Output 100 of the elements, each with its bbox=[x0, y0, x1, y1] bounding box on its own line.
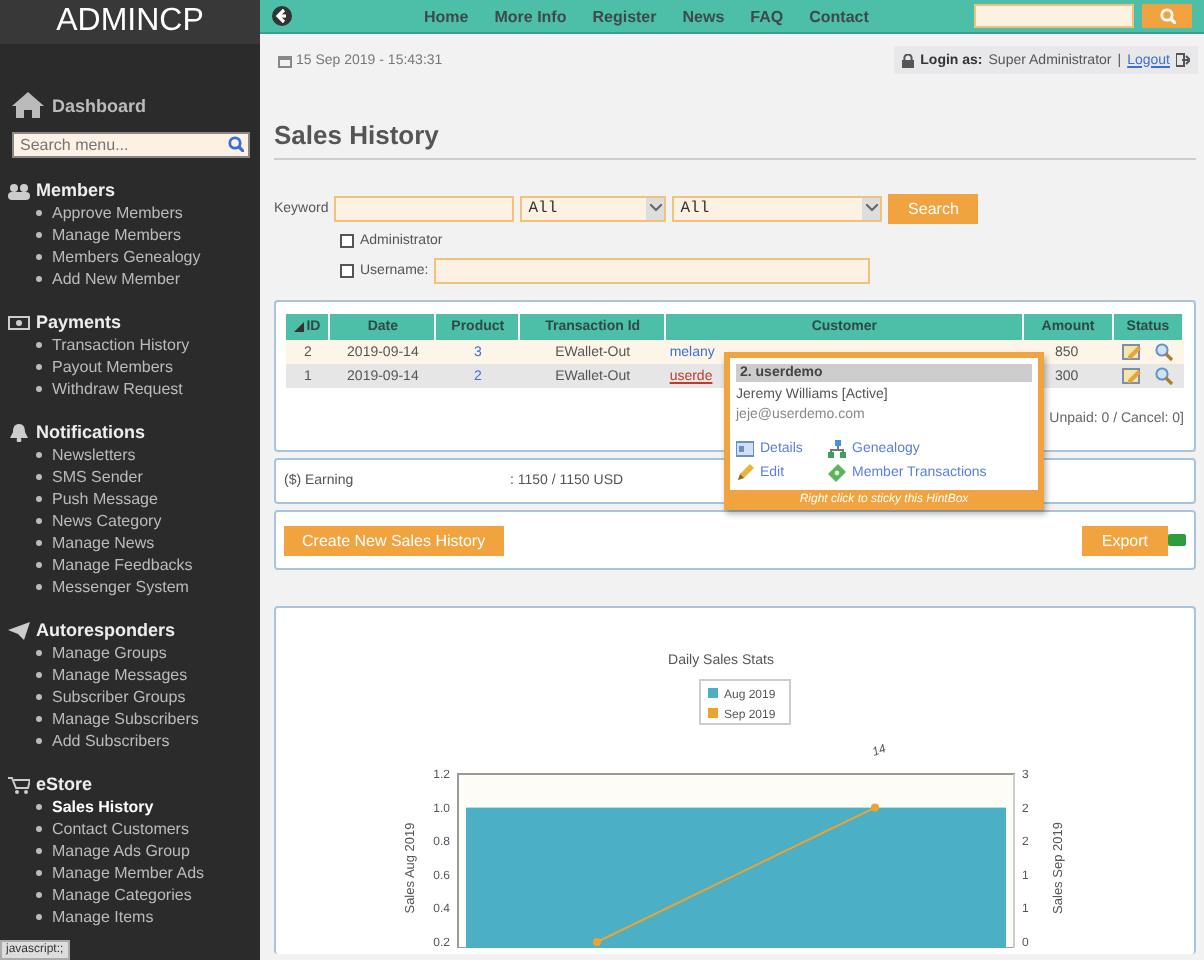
menu-item[interactable]: Push Message bbox=[52, 490, 158, 508]
username-field[interactable] bbox=[434, 257, 871, 283]
keyword-field[interactable] bbox=[334, 195, 515, 221]
menu-item[interactable]: Contact Customers bbox=[52, 820, 189, 838]
bullet-icon bbox=[36, 452, 42, 458]
menu-item[interactable]: SMS Sender bbox=[52, 468, 143, 486]
home-icon bbox=[12, 92, 44, 118]
bullet-icon bbox=[36, 584, 42, 590]
section-title: Notifications bbox=[36, 422, 146, 442]
bullet-icon bbox=[36, 848, 42, 854]
section-title: Payments bbox=[36, 312, 122, 332]
menu-item[interactable]: Manage Categories bbox=[52, 886, 192, 904]
bullet-icon bbox=[36, 540, 42, 546]
bullet-icon bbox=[36, 386, 42, 392]
bullet-icon bbox=[36, 738, 42, 744]
menu-item[interactable]: Members Genealogy bbox=[52, 248, 201, 266]
nav-link[interactable]: Home bbox=[424, 7, 469, 25]
back-arrow-icon bbox=[272, 6, 292, 26]
edit-icon bbox=[1121, 342, 1142, 362]
dropdown-value: All bbox=[528, 199, 558, 217]
bullet-icon bbox=[36, 342, 42, 348]
legend bbox=[699, 679, 791, 725]
bullet-icon bbox=[36, 518, 42, 524]
bullet-icon bbox=[36, 496, 42, 502]
bullet-icon bbox=[36, 694, 42, 700]
dropdown[interactable]: All bbox=[672, 195, 883, 221]
tree-icon bbox=[828, 440, 846, 458]
menu-item[interactable]: Manage Ads Group bbox=[52, 842, 190, 860]
search-icon bbox=[1159, 8, 1175, 24]
pencil-icon bbox=[736, 464, 754, 482]
nav-link[interactable]: Register bbox=[592, 7, 657, 25]
exit-icon bbox=[1176, 52, 1190, 68]
calendar-icon bbox=[278, 53, 292, 67]
menu-item[interactable]: Manage News bbox=[52, 534, 155, 552]
search-icon bbox=[228, 136, 244, 152]
menu-item[interactable]: News Category bbox=[52, 512, 162, 530]
menu-item[interactable]: Sales History bbox=[52, 798, 154, 816]
banknote-icon bbox=[8, 313, 30, 331]
bullet-icon bbox=[36, 254, 42, 260]
checkbox[interactable] bbox=[340, 233, 354, 247]
bullet-icon bbox=[36, 914, 42, 920]
bullet-icon bbox=[36, 892, 42, 898]
bell-icon bbox=[8, 423, 30, 441]
magnifier-icon bbox=[1153, 366, 1174, 386]
edit-icon bbox=[1121, 366, 1142, 386]
top-search-field[interactable] bbox=[974, 4, 1134, 28]
spreadsheet-icon bbox=[1168, 532, 1186, 548]
lock-icon bbox=[902, 53, 915, 67]
paper-plane-icon bbox=[8, 621, 30, 639]
dashboard-link[interactable]: Dashboard bbox=[12, 92, 260, 118]
money-icon bbox=[828, 464, 846, 482]
menu-item[interactable]: Messenger System bbox=[52, 578, 189, 596]
menu-item[interactable]: Manage Groups bbox=[52, 644, 167, 662]
menu-item[interactable]: Transaction History bbox=[52, 336, 190, 354]
section-title: Autoresponders bbox=[36, 620, 176, 640]
menu-item[interactable]: Manage Feedbacks bbox=[52, 556, 193, 574]
nav-link[interactable]: More Info bbox=[494, 7, 567, 25]
magnifier-icon bbox=[1153, 342, 1174, 362]
bullet-icon bbox=[36, 804, 42, 810]
nav-link[interactable]: News bbox=[682, 7, 725, 25]
cart-icon bbox=[8, 775, 30, 793]
dropdown[interactable]: All bbox=[520, 195, 667, 221]
menu-item[interactable]: Manage Subscribers bbox=[52, 710, 199, 728]
page-title: Sales History bbox=[274, 120, 1196, 160]
menu-item[interactable]: Manage Items bbox=[52, 908, 154, 926]
menu-item[interactable]: Manage Member Ads bbox=[52, 864, 205, 882]
menu-item[interactable]: Withdraw Request bbox=[52, 380, 183, 398]
menu-item[interactable]: Add Subscribers bbox=[52, 732, 170, 750]
id-card-icon bbox=[736, 440, 754, 458]
menu-item[interactable]: Approve Members bbox=[52, 204, 183, 222]
search-button[interactable] bbox=[1142, 4, 1192, 28]
chevron-down-icon bbox=[649, 204, 662, 212]
nav-link[interactable]: Contact bbox=[809, 7, 869, 25]
bullet-icon bbox=[36, 276, 42, 282]
menu-item[interactable]: Add New Member bbox=[52, 270, 181, 288]
section-title: Members bbox=[36, 180, 116, 200]
checkbox[interactable] bbox=[340, 263, 354, 277]
bullet-icon bbox=[36, 672, 42, 678]
people-icon bbox=[8, 181, 30, 199]
chevron-down-icon bbox=[865, 204, 878, 212]
nav-link[interactable]: FAQ bbox=[750, 7, 784, 25]
menu-item[interactable]: Payout Members bbox=[52, 358, 173, 376]
bullet-icon bbox=[36, 232, 42, 238]
section-title: eStore bbox=[36, 774, 93, 794]
logo: ADMINCP bbox=[0, 0, 260, 44]
bullet-icon bbox=[36, 474, 42, 480]
bullet-icon bbox=[36, 210, 42, 216]
dropdown-value: All bbox=[680, 199, 710, 217]
menu-item[interactable]: Manage Members bbox=[52, 226, 181, 244]
bullet-icon bbox=[36, 650, 42, 656]
menu-item[interactable]: Subscriber Groups bbox=[52, 688, 186, 706]
bullet-icon bbox=[36, 562, 42, 568]
bullet-icon bbox=[36, 826, 42, 832]
bullet-icon bbox=[36, 364, 42, 370]
search-menu-field[interactable]: Search menu... bbox=[12, 132, 250, 158]
menu-item[interactable]: Newsletters bbox=[52, 446, 136, 464]
sort-icon bbox=[294, 322, 305, 332]
bullet-icon bbox=[36, 870, 42, 876]
menu-item[interactable]: Manage Messages bbox=[52, 666, 188, 684]
bullet-icon bbox=[36, 716, 42, 722]
